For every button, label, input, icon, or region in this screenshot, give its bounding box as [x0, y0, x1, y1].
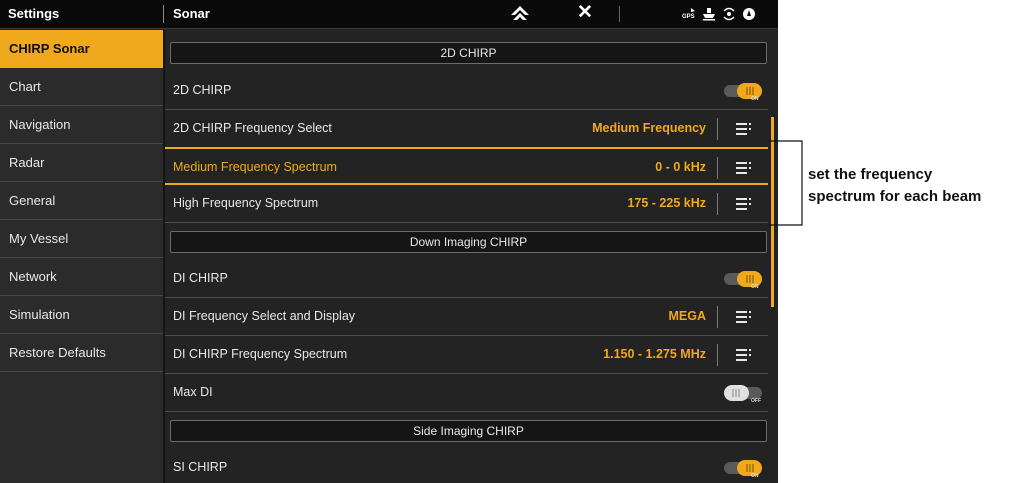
- toggle-state-label: OFF: [751, 398, 761, 404]
- sidebar-item-chirp-sonar[interactable]: CHIRP Sonar: [0, 30, 163, 68]
- close-icon[interactable]: ✕: [577, 3, 593, 23]
- row-label: DI CHIRP Frequency Spectrum: [173, 347, 348, 361]
- row-value: 0 - 0 kHz: [655, 160, 706, 174]
- sonar-settings-list: 2D CHIRP 2D CHIRP ON 2D CHIRP Frequency …: [165, 30, 778, 483]
- row-di-frequency-select[interactable]: DI Frequency Select and Display MEGA: [165, 298, 768, 336]
- row-label: Max DI: [173, 385, 213, 399]
- section-header-down-imaging-chirp: Down Imaging CHIRP: [170, 231, 767, 253]
- status-divider: [619, 6, 620, 22]
- value-divider: [717, 306, 718, 328]
- sidebar-item-label: Radar: [9, 155, 45, 170]
- sidebar-item-label: General: [9, 193, 56, 208]
- sidebar-item-network[interactable]: Network: [0, 258, 163, 296]
- status-icons: GPS: [682, 6, 756, 22]
- toggle-state-label: ON: [751, 473, 759, 479]
- annotation-bracket: [769, 140, 803, 226]
- top-bar: Settings Sonar ✕ GPS: [0, 0, 778, 29]
- annotation-line-1: set the frequency: [808, 166, 933, 183]
- row-label: High Frequency Spectrum: [173, 196, 319, 210]
- row-max-di-toggle[interactable]: Max DI OFF: [165, 374, 768, 412]
- gps-icon: GPS: [682, 8, 695, 20]
- row-label: 2D CHIRP: [173, 83, 232, 97]
- vessel-icon: [703, 8, 715, 21]
- annotation-text: set the frequency spectrum for each beam: [808, 164, 981, 208]
- sonar-settings-screen: Settings Sonar ✕ GPS CHIRP Sonar Chart N…: [0, 0, 778, 483]
- annotation-line-2: spectrum for each beam: [808, 188, 982, 205]
- row-label: Medium Frequency Spectrum: [173, 160, 337, 174]
- sidebar-item-general[interactable]: General: [0, 182, 163, 220]
- menu-list-icon[interactable]: [736, 310, 752, 324]
- row-label: 2D CHIRP Frequency Select: [173, 121, 332, 135]
- sonar-title: Sonar: [173, 6, 210, 21]
- settings-title: Settings: [8, 6, 60, 21]
- row-medium-frequency-spectrum[interactable]: Medium Frequency Spectrum 0 - 0 kHz: [165, 147, 768, 185]
- row-2d-chirp-toggle[interactable]: 2D CHIRP ON: [165, 72, 768, 110]
- toggle-state-label: ON: [751, 284, 759, 290]
- sidebar-item-restore-defaults[interactable]: Restore Defaults: [0, 334, 163, 372]
- value-divider: [717, 193, 718, 215]
- sidebar-item-my-vessel[interactable]: My Vessel: [0, 220, 163, 258]
- row-2d-chirp-frequency-select[interactable]: 2D CHIRP Frequency Select Medium Frequen…: [165, 110, 768, 148]
- sidebar-item-label: Simulation: [9, 307, 70, 322]
- row-di-chirp-frequency-spectrum[interactable]: DI CHIRP Frequency Spectrum 1.150 - 1.27…: [165, 336, 768, 374]
- menu-list-icon[interactable]: [736, 348, 752, 362]
- menu-list-icon[interactable]: [736, 122, 752, 136]
- sidebar-item-label: Restore Defaults: [9, 345, 106, 360]
- toggle-state-label: ON: [751, 96, 759, 102]
- section-header-side-imaging-chirp: Side Imaging CHIRP: [170, 420, 767, 442]
- sidebar-item-simulation[interactable]: Simulation: [0, 296, 163, 334]
- sidebar-item-label: Chart: [9, 79, 41, 94]
- row-high-frequency-spectrum[interactable]: High Frequency Spectrum 175 - 225 kHz: [165, 185, 768, 223]
- sonar-icon: [723, 7, 735, 21]
- row-value: MEGA: [668, 309, 707, 323]
- sidebar-item-chart[interactable]: Chart: [0, 68, 163, 106]
- row-di-chirp-toggle[interactable]: DI CHIRP ON: [165, 260, 768, 298]
- value-divider: [717, 118, 718, 140]
- section-header-2d-chirp: 2D CHIRP: [170, 42, 767, 64]
- row-value: 175 - 225 kHz: [627, 196, 706, 210]
- home-icon[interactable]: [510, 5, 530, 23]
- value-divider: [717, 157, 718, 179]
- title-divider: [163, 5, 164, 23]
- row-si-chirp-toggle[interactable]: SI CHIRP ON: [165, 449, 768, 483]
- compass-icon: [743, 8, 755, 20]
- row-value: 1.150 - 1.275 MHz: [603, 347, 706, 361]
- value-divider: [717, 344, 718, 366]
- sidebar-item-label: My Vessel: [9, 231, 69, 246]
- sidebar-item-navigation[interactable]: Navigation: [0, 106, 163, 144]
- menu-list-icon[interactable]: [736, 161, 752, 175]
- sidebar-item-label: Network: [9, 269, 57, 284]
- row-label: DI Frequency Select and Display: [173, 309, 356, 323]
- svg-text:GPS: GPS: [682, 14, 695, 20]
- row-label: SI CHIRP: [173, 460, 228, 474]
- sidebar-item-label: Navigation: [9, 117, 71, 132]
- row-label: DI CHIRP: [173, 271, 228, 285]
- settings-sidebar: CHIRP Sonar Chart Navigation Radar Gener…: [0, 30, 165, 483]
- sidebar-item-label: CHIRP Sonar: [9, 41, 90, 56]
- row-value: Medium Frequency: [592, 121, 706, 135]
- menu-list-icon[interactable]: [736, 197, 752, 211]
- sidebar-item-radar[interactable]: Radar: [0, 144, 163, 182]
